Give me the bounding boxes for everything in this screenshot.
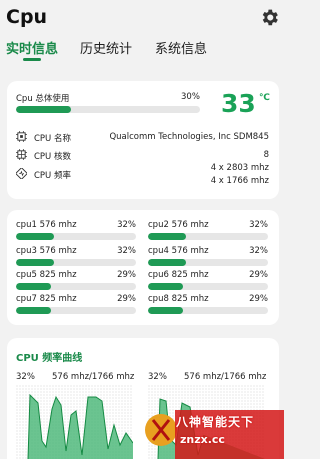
core-bar-fill	[148, 283, 183, 290]
usage-bar-fill	[16, 106, 72, 113]
core-name: cpu3 576 mhz	[16, 246, 77, 256]
core-name: cpu8 825 mhz	[148, 294, 209, 304]
core-bar-fill	[148, 233, 187, 240]
core-item: cpu5 825 mhz 29%	[16, 270, 136, 296]
core-bar	[16, 307, 136, 314]
core-percent: 29%	[249, 270, 268, 280]
info-label-frequency: CPU 频率	[34, 171, 71, 181]
gear-icon[interactable]	[259, 7, 280, 28]
info-value-name: Qualcomm Technologies, Inc SDM845	[109, 132, 269, 142]
core-item: cpu4 576 mhz 32%	[148, 246, 268, 272]
core-percent: 32%	[117, 220, 136, 230]
temperature-unit: ℃	[259, 93, 270, 103]
core-percent: 29%	[117, 294, 136, 304]
watermark-text: 八神智能天下	[176, 415, 255, 429]
core-name: cpu7 825 mhz	[16, 294, 77, 304]
cpu-chip-icon	[16, 131, 27, 142]
core-item: cpu8 825 mhz 29%	[148, 294, 268, 320]
core-bar	[16, 233, 136, 240]
core-name: cpu2 576 mhz	[148, 220, 209, 230]
core-name: cpu6 825 mhz	[148, 270, 209, 280]
info-value-frequency-2: 4 x 1766 mhz	[210, 176, 269, 186]
tab-underline	[23, 58, 41, 61]
frequency-graph	[16, 385, 133, 459]
core-bar	[16, 259, 136, 266]
temperature-value: 33	[221, 89, 256, 118]
core-item: cpu2 576 mhz 32%	[148, 220, 268, 246]
core-bar	[148, 259, 268, 266]
core-name: cpu4 576 mhz	[148, 246, 209, 256]
core-bar-fill	[148, 307, 183, 314]
tab-system-info[interactable]: 系统信息	[155, 38, 207, 57]
core-bar	[16, 283, 136, 290]
core-bar	[148, 233, 268, 240]
core-bar-fill	[16, 283, 51, 290]
info-value-frequency-1: 4 x 2803 mhz	[210, 163, 269, 173]
core-percent: 29%	[117, 270, 136, 280]
core-bar	[148, 283, 268, 290]
info-label-name: CPU 名称	[34, 134, 71, 144]
info-value-cores: 8	[263, 150, 269, 160]
cpu-core-icon	[16, 149, 27, 160]
core-name: cpu1 576 mhz	[16, 220, 77, 230]
core-item: cpu3 576 mhz 32%	[16, 246, 136, 272]
core-bar-fill	[16, 233, 55, 240]
usage-percent: 30%	[181, 92, 200, 102]
app-title: Cpu	[6, 6, 48, 28]
core-item: cpu7 825 mhz 29%	[16, 294, 136, 320]
cores-card: cpu1 576 mhz 32% cpu2 576 mhz 32% cpu3 5…	[7, 210, 279, 325]
core-percent: 32%	[249, 220, 268, 230]
graph-percent: 32%	[16, 372, 35, 382]
summary-card: Cpu 总体使用 30% 33 ℃ CPU 名称 Qualcomm Techno…	[7, 81, 279, 199]
core-item: cpu6 825 mhz 29%	[148, 270, 268, 296]
tab-realtime[interactable]: 实时信息	[6, 38, 58, 57]
usage-bar	[16, 106, 200, 113]
section-title: CPU 频率曲线	[16, 353, 83, 364]
core-percent: 29%	[249, 294, 268, 304]
frequency-icon	[16, 168, 27, 179]
core-bar-fill	[148, 259, 187, 266]
core-item: cpu1 576 mhz 32%	[16, 220, 136, 246]
core-bar	[148, 307, 268, 314]
core-percent: 32%	[117, 246, 136, 256]
watermark-url: znzx.cc	[180, 433, 225, 446]
tab-bar: 实时信息 历史统计 系统信息	[0, 36, 284, 64]
graph-frequency: 576 mhz/1766 mhz	[52, 372, 135, 382]
core-bar-fill	[16, 259, 55, 266]
usage-label: Cpu 总体使用	[16, 94, 70, 104]
core-name: cpu5 825 mhz	[16, 270, 77, 280]
tab-history[interactable]: 历史统计	[80, 38, 132, 57]
core-bar-fill	[16, 307, 51, 314]
core-percent: 32%	[249, 246, 268, 256]
info-label-cores: CPU 核数	[34, 152, 71, 162]
top-bar: Cpu 实时信息 历史统计 系统信息	[0, 0, 284, 68]
